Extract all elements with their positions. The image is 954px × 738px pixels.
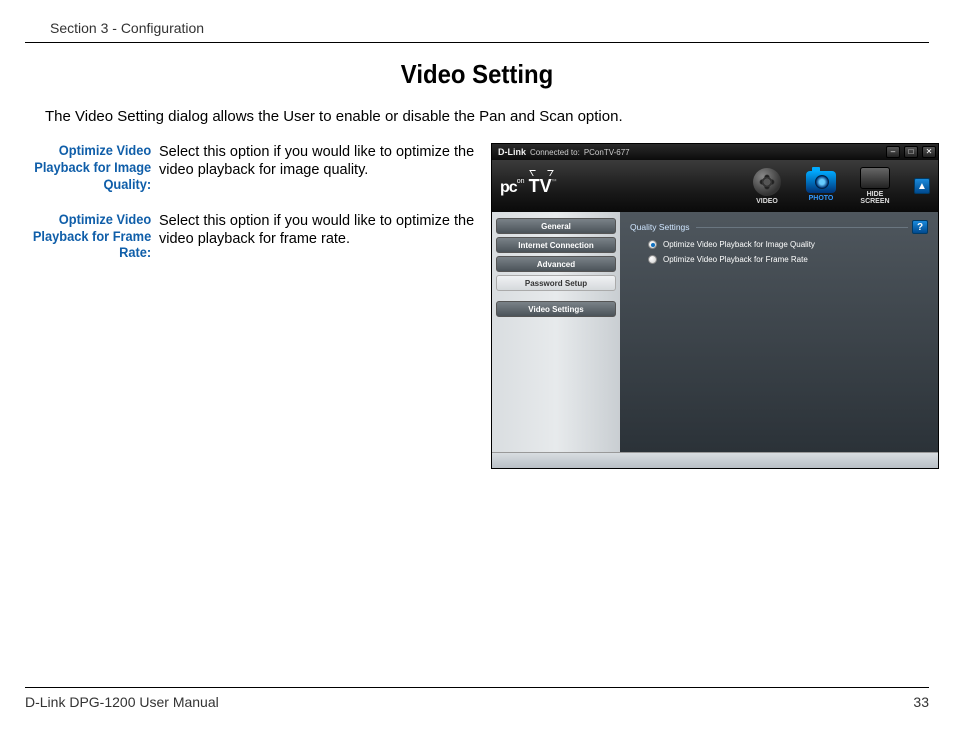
radio-option-image-quality[interactable]: Optimize Video Playback for Image Qualit… xyxy=(648,240,928,249)
logo-tm: ™ xyxy=(551,179,557,185)
sidebar-item-general[interactable]: General xyxy=(496,218,616,234)
radio-option-frame-rate[interactable]: Optimize Video Playback for Frame Rate xyxy=(648,255,928,264)
app-window: D-Link Connected to: PConTV-677 – □ ✕ pc… xyxy=(491,143,939,469)
camera-icon xyxy=(806,171,836,193)
nav-hide-label: HIDE SCREEN xyxy=(860,191,889,205)
definition-item: Optimize Video Playback for Frame Rate: … xyxy=(25,212,485,263)
radio-label: Optimize Video Playback for Frame Rate xyxy=(663,255,808,264)
sidebar-item-password[interactable]: Password Setup xyxy=(496,275,616,291)
nav-video[interactable]: VIDEO xyxy=(746,168,788,205)
help-button[interactable]: ? xyxy=(912,220,928,234)
manual-title: D-Link DPG-1200 User Manual xyxy=(25,694,219,710)
radio-icon xyxy=(648,255,657,264)
collapse-up-button[interactable]: ▲ xyxy=(914,178,930,194)
page-number: 33 xyxy=(913,694,929,710)
sidebar-item-advanced[interactable]: Advanced xyxy=(496,256,616,272)
brand-label: D-Link xyxy=(498,147,526,157)
nav-photo-label: PHOTO xyxy=(809,195,834,202)
definition-item: Optimize Video Playback for Image Qualit… xyxy=(25,143,485,194)
screen-icon xyxy=(860,167,890,189)
logo-on: on xyxy=(516,177,526,187)
definition-label: Optimize Video Playback for Frame Rate: xyxy=(32,212,156,263)
definition-description: Select this option if you would like to … xyxy=(155,212,485,263)
maximize-button[interactable]: □ xyxy=(904,146,918,158)
logo-pc: pc xyxy=(500,179,517,197)
definitions-column: Optimize Video Playback for Image Qualit… xyxy=(25,143,485,469)
quality-settings-panel: Quality Settings ? Optimize Video Playba… xyxy=(620,212,938,452)
connection-status-value: PConTV-677 xyxy=(584,148,630,157)
intro-paragraph: The Video Setting dialog allows the User… xyxy=(45,108,929,125)
film-reel-icon xyxy=(753,168,781,196)
definition-description: Select this option if you would like to … xyxy=(155,143,485,194)
definition-label: Optimize Video Playback for Image Qualit… xyxy=(32,143,156,194)
footer-rule xyxy=(25,687,929,688)
nav-video-label: VIDEO xyxy=(756,198,778,205)
connection-status-label: Connected to: xyxy=(530,148,580,157)
nav-photo[interactable]: PHOTO xyxy=(800,171,842,202)
radio-icon xyxy=(648,240,657,249)
close-button[interactable]: ✕ xyxy=(922,146,936,158)
topbar: pc on TV ™ VIDEO PHOTO HIDE SCREEN xyxy=(492,160,938,212)
settings-sidebar: General Internet Connection Advanced Pas… xyxy=(492,212,620,452)
sidebar-item-internet[interactable]: Internet Connection xyxy=(496,237,616,253)
app-footer-bar xyxy=(492,452,938,468)
titlebar: D-Link Connected to: PConTV-677 – □ ✕ xyxy=(492,144,938,160)
panel-title: Quality Settings xyxy=(630,222,690,232)
page-title: Video Setting xyxy=(61,59,893,90)
pcontv-logo: pc on TV ™ xyxy=(500,176,559,197)
panel-title-divider xyxy=(696,227,908,228)
radio-label: Optimize Video Playback for Image Qualit… xyxy=(663,240,815,249)
minimize-button[interactable]: – xyxy=(886,146,900,158)
nav-hide-screen[interactable]: HIDE SCREEN xyxy=(854,167,896,205)
section-header: Section 3 - Configuration xyxy=(50,20,929,36)
header-rule xyxy=(25,42,929,43)
logo-tv: TV xyxy=(529,176,552,197)
sidebar-item-video-settings[interactable]: Video Settings xyxy=(496,301,616,317)
